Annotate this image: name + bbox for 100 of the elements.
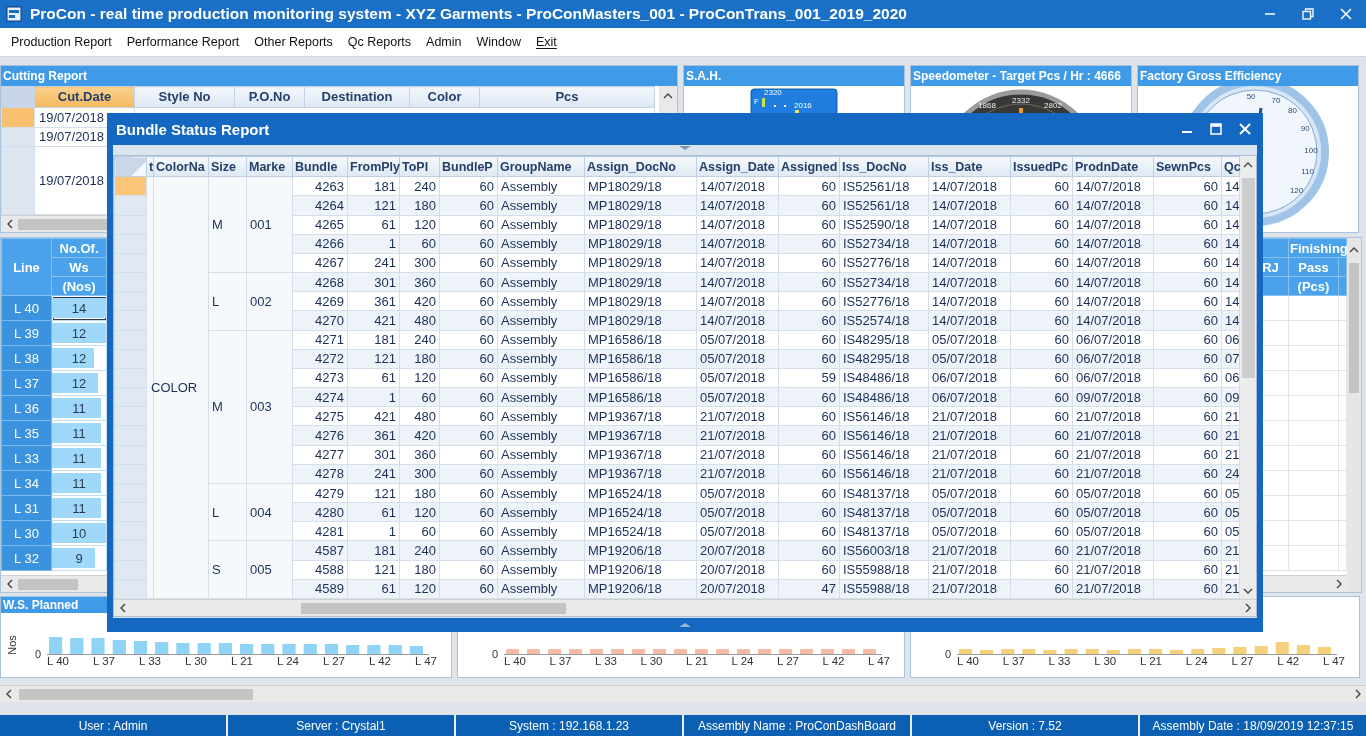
scroll-thumb[interactable] <box>1241 178 1255 378</box>
axis-tick: L 27 <box>777 655 799 669</box>
status-item: System : 192.168.1.23 <box>456 715 684 736</box>
axis-tick: L 21 <box>231 655 253 669</box>
menu-item[interactable]: Exit <box>535 35 557 49</box>
line-cell: L 31 <box>1 495 52 521</box>
menu-item[interactable]: Qc Reports <box>347 35 412 49</box>
row-header[interactable] <box>114 291 147 311</box>
scroll-thumb[interactable] <box>18 578 78 590</box>
column-header[interactable]: Assign_DocNo <box>584 156 697 177</box>
row-header[interactable] <box>114 176 147 196</box>
axis-tick: L 30 <box>640 655 663 669</box>
column-header[interactable]: IssuedPc <box>1010 156 1073 177</box>
table-cell: 004 <box>246 483 293 541</box>
column-header[interactable]: Color <box>409 86 480 108</box>
table-cell[interactable]: 12 <box>51 320 107 346</box>
row-header[interactable] <box>114 425 147 446</box>
vertical-scrollbar[interactable] <box>1240 156 1256 600</box>
row-header[interactable] <box>114 310 147 331</box>
column-header[interactable]: t <box>146 156 154 177</box>
row-header[interactable] <box>114 483 147 503</box>
column-header[interactable]: Style No <box>134 86 235 108</box>
column-header[interactable]: Bundle <box>292 156 348 177</box>
row-header[interactable] <box>114 253 147 273</box>
row-header[interactable] <box>114 464 147 484</box>
row-header[interactable] <box>114 272 147 292</box>
table-cell: M <box>208 176 247 273</box>
menu-item[interactable]: Other Reports <box>254 35 333 49</box>
horizontal-scrollbar[interactable] <box>0 685 1366 702</box>
table-cell[interactable]: 12 <box>51 370 107 396</box>
axis-tick: L 33 <box>1048 655 1071 669</box>
table-cell[interactable]: 9 <box>51 545 107 571</box>
column-header[interactable]: P.O.No <box>234 86 305 108</box>
scroll-thumb[interactable] <box>1349 263 1359 393</box>
close-icon[interactable] <box>1340 8 1352 20</box>
table-cell[interactable]: 12 <box>51 345 107 371</box>
menu-item[interactable]: Production Report <box>11 35 112 49</box>
column-header: Finishing <box>1288 238 1347 258</box>
table-cell[interactable]: 14 <box>51 295 107 321</box>
gauge-label: 110 <box>1301 167 1314 177</box>
horizontal-scrollbar[interactable] <box>114 599 1256 616</box>
vertical-scrollbar[interactable] <box>1347 238 1361 592</box>
menu-item[interactable]: Performance Report <box>126 35 240 49</box>
column-header[interactable]: Iss_DocNo <box>839 156 929 177</box>
column-header[interactable]: ToPl <box>399 156 440 177</box>
gauge-label: 70 <box>1271 96 1281 106</box>
row-header[interactable] <box>114 195 147 215</box>
close-icon[interactable] <box>1239 123 1251 135</box>
axis-tick: L 27 <box>323 655 345 669</box>
column-header[interactable]: Size <box>208 156 247 177</box>
row-header[interactable] <box>1 107 35 128</box>
column-header[interactable]: FromPly <box>347 156 400 177</box>
status-item: Assembly Name : ProConDashBoard <box>684 715 912 736</box>
column-header[interactable]: BundleP <box>439 156 498 177</box>
column-header[interactable]: Assigned <box>778 156 840 177</box>
column-header[interactable]: SewnPcs <box>1153 156 1222 177</box>
row-header[interactable] <box>114 330 147 350</box>
restore-icon[interactable] <box>1302 8 1314 20</box>
row-header[interactable] <box>114 540 147 561</box>
row-header[interactable] <box>114 368 147 388</box>
row-header[interactable] <box>114 234 147 254</box>
row-header[interactable] <box>114 521 147 541</box>
column-header[interactable]: GroupName <box>497 156 585 177</box>
corner-cell[interactable] <box>1 86 35 108</box>
table-cell[interactable]: 11 <box>51 445 107 471</box>
line-cell: L 39 <box>1 320 52 346</box>
column-header[interactable]: Cut.Date <box>34 86 135 108</box>
column-header[interactable]: Iss_Date <box>928 156 1011 177</box>
scroll-thumb[interactable] <box>19 688 253 700</box>
scroll-thumb[interactable] <box>301 602 566 614</box>
table-cell[interactable]: 11 <box>51 420 107 446</box>
column-header[interactable]: Marke <box>246 156 293 177</box>
row-header[interactable] <box>114 406 147 426</box>
maximize-icon[interactable] <box>1210 123 1222 135</box>
row-header[interactable] <box>114 502 147 522</box>
table-cell[interactable]: 11 <box>51 495 107 521</box>
column-header[interactable]: ProdnDate <box>1072 156 1154 177</box>
menu-item[interactable]: Window <box>476 35 521 49</box>
collapse-icon[interactable] <box>678 145 692 151</box>
column-header[interactable]: ColorNa <box>153 156 209 177</box>
row-header[interactable] <box>114 349 147 369</box>
row-header[interactable] <box>1 127 35 147</box>
row-header[interactable] <box>114 445 147 465</box>
axis-tick: L 40 <box>957 655 979 669</box>
table-cell[interactable]: 10 <box>51 520 107 546</box>
expand-icon[interactable] <box>678 622 692 628</box>
column-header[interactable]: Pcs <box>479 86 655 108</box>
column-header[interactable]: Destination <box>304 86 410 108</box>
column-header[interactable]: Assign_Date <box>696 156 779 177</box>
axis-tick: L 37 <box>93 655 115 669</box>
row-header[interactable] <box>114 215 147 235</box>
corner-cell[interactable] <box>114 156 147 177</box>
axis-tick: L 37 <box>549 655 572 669</box>
axis-tick: L 47 <box>415 655 437 669</box>
table-cell[interactable]: 11 <box>51 470 107 496</box>
menu-item[interactable]: Admin <box>426 35 462 49</box>
row-header[interactable] <box>114 560 147 580</box>
line-cell: L 33 <box>1 445 52 471</box>
table-cell[interactable]: 11 <box>51 395 107 421</box>
row-header[interactable] <box>114 387 147 407</box>
